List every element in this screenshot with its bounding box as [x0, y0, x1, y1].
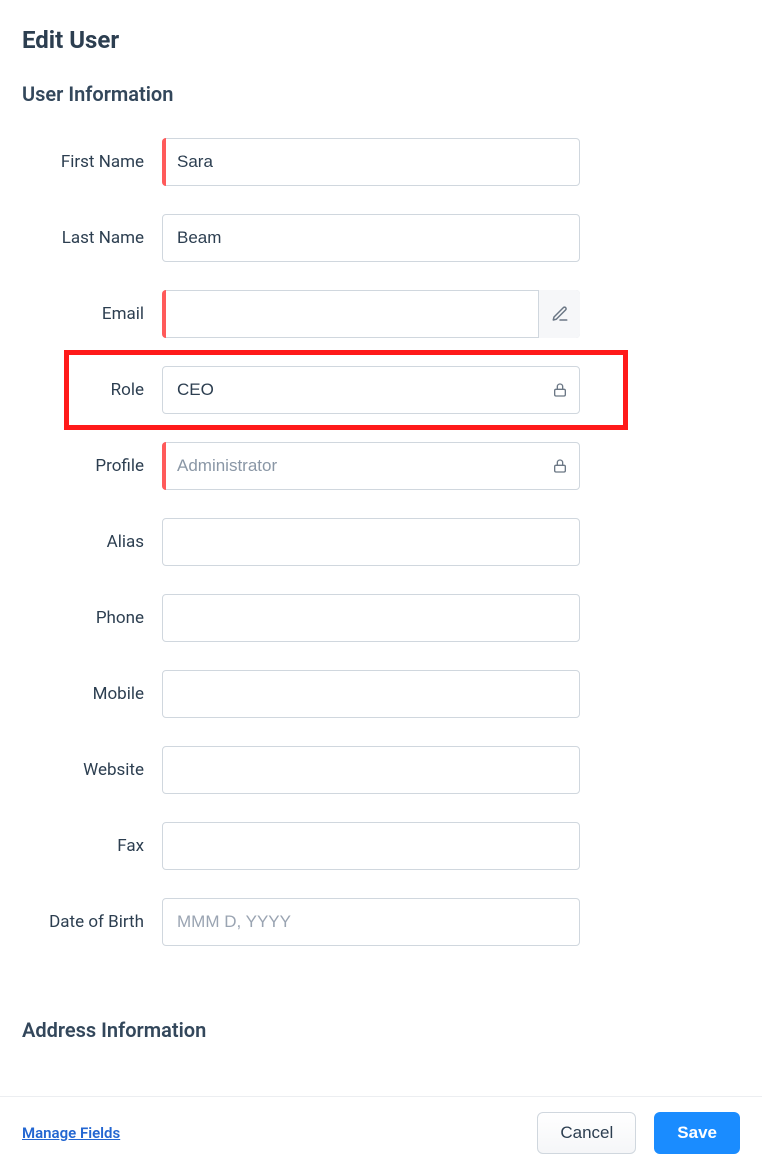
manage-fields-link[interactable]: Manage Fields	[22, 1124, 120, 1142]
label-website: Website	[22, 760, 162, 780]
email-input[interactable]	[162, 290, 580, 338]
first-name-input[interactable]	[162, 138, 580, 186]
alias-input[interactable]	[162, 518, 580, 566]
field-email: Email	[22, 290, 740, 338]
label-dob: Date of Birth	[22, 912, 162, 932]
field-dob: Date of Birth	[22, 898, 740, 946]
dob-input[interactable]	[162, 898, 580, 946]
lock-icon	[552, 382, 568, 398]
label-profile: Profile	[22, 456, 162, 476]
field-mobile: Mobile	[22, 670, 740, 718]
label-email: Email	[22, 304, 162, 324]
phone-input[interactable]	[162, 594, 580, 642]
field-profile: Profile	[22, 442, 740, 490]
field-website: Website	[22, 746, 740, 794]
website-input[interactable]	[162, 746, 580, 794]
section-address-information: Address Information	[22, 1018, 740, 1042]
section-user-information: User Information	[22, 82, 740, 106]
role-input[interactable]	[162, 366, 580, 414]
page-title: Edit User	[22, 26, 740, 54]
label-phone: Phone	[22, 608, 162, 628]
label-first-name: First Name	[22, 152, 162, 172]
label-last-name: Last Name	[22, 228, 162, 248]
field-role: Role	[22, 366, 740, 414]
label-role: Role	[22, 380, 162, 400]
lock-icon	[552, 458, 568, 474]
save-button[interactable]: Save	[654, 1112, 740, 1154]
label-fax: Fax	[22, 836, 162, 856]
last-name-input[interactable]	[162, 214, 580, 262]
field-alias: Alias	[22, 518, 740, 566]
field-phone: Phone	[22, 594, 740, 642]
pencil-icon	[551, 305, 569, 323]
field-first-name: First Name	[22, 138, 740, 186]
footer-bar: Manage Fields Cancel Save	[0, 1096, 762, 1168]
field-last-name: Last Name	[22, 214, 740, 262]
profile-input[interactable]	[162, 442, 580, 490]
field-fax: Fax	[22, 822, 740, 870]
label-mobile: Mobile	[22, 684, 162, 704]
label-alias: Alias	[22, 532, 162, 552]
fax-input[interactable]	[162, 822, 580, 870]
edit-email-button[interactable]	[538, 290, 580, 338]
mobile-input[interactable]	[162, 670, 580, 718]
cancel-button[interactable]: Cancel	[537, 1112, 636, 1154]
